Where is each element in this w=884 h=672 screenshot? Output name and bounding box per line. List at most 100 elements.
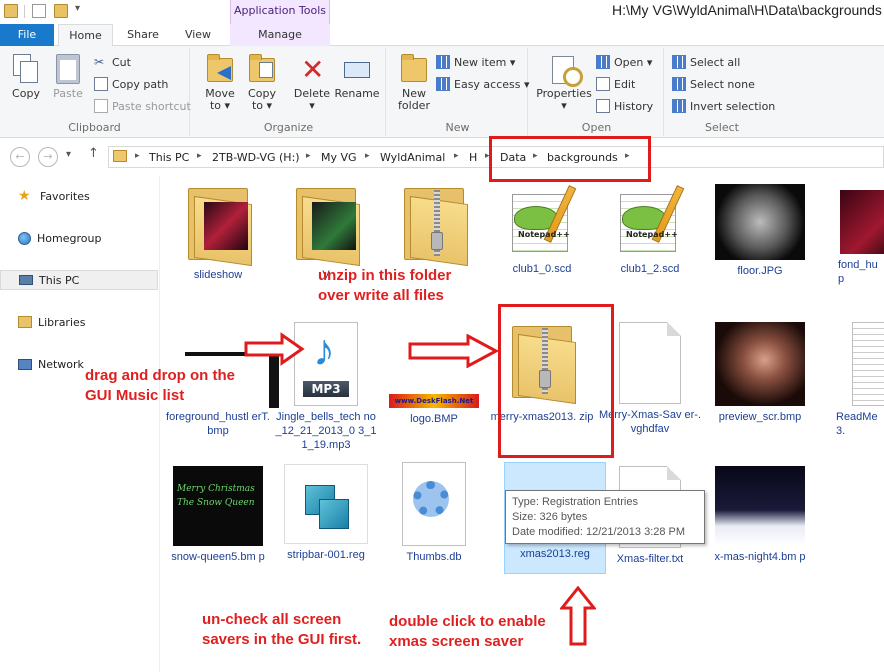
- paste-shortcut-icon: [94, 99, 108, 113]
- sidebar-item-homegroup[interactable]: Homegroup: [0, 228, 158, 248]
- registry-icon: [284, 464, 368, 544]
- file-item[interactable]: floor.JPG: [708, 184, 812, 278]
- new-folder-icon: [399, 54, 429, 86]
- new-item-icon: [436, 55, 450, 69]
- tab-file[interactable]: File: [0, 24, 54, 46]
- tab-manage[interactable]: Manage: [230, 24, 330, 46]
- breadcrumb-h[interactable]: H: [469, 151, 477, 164]
- folder-icon: [290, 184, 362, 267]
- navigation-pane: ★ Favorites Homegroup This PC Libraries N…: [0, 176, 160, 672]
- paste-shortcut-button[interactable]: Paste shortcut: [94, 96, 191, 116]
- explorer-window: ▾ Application Tools H:\My VG\WyldAnimal\…: [0, 0, 884, 672]
- select-none-button[interactable]: Select none: [672, 74, 755, 94]
- chevron-right-icon[interactable]: ▸: [135, 151, 140, 161]
- file-item[interactable]: x-mas-night4.bm p: [708, 466, 812, 564]
- paste-button[interactable]: Paste: [44, 50, 92, 112]
- edit-button[interactable]: Edit: [596, 74, 635, 94]
- organize-group: Move to ▾ Copy to ▾ ✕ Delete ▾ Rename Or…: [192, 48, 386, 136]
- sidebar-item-favorites[interactable]: ★ Favorites: [0, 186, 158, 206]
- delete-icon: ✕: [301, 53, 325, 86]
- sidebar-item-libraries[interactable]: Libraries: [0, 312, 158, 332]
- cut-button[interactable]: ✂ Cut: [94, 52, 131, 72]
- zip-highlight-box: [498, 304, 614, 458]
- breadcrumb-this-pc[interactable]: This PC: [149, 151, 189, 164]
- file-item[interactable]: fond_hu p: [816, 184, 884, 286]
- document-icon: [852, 322, 884, 406]
- tab-share[interactable]: Share: [118, 24, 168, 46]
- image-thumbnail: [715, 322, 805, 406]
- invert-selection-button[interactable]: Invert selection: [672, 96, 775, 116]
- file-item[interactable]: slideshow: [166, 184, 270, 282]
- chevron-right-icon[interactable]: ▸: [454, 151, 459, 161]
- copy-path-icon: [94, 77, 108, 91]
- open-icon: [596, 55, 610, 69]
- select-all-button[interactable]: Select all: [672, 52, 740, 72]
- annotation-uncheck: un-check all screen savers in the GUI fi…: [202, 611, 362, 648]
- right-arrow-icon: [244, 332, 305, 366]
- up-arrow-icon: [560, 586, 596, 646]
- file-item[interactable]: [382, 184, 486, 268]
- image-thumbnail: [715, 184, 805, 260]
- annotation-double-click: double click to enable xmas screen saver: [389, 613, 546, 650]
- file-tooltip: Type: Registration Entries Size: 326 byt…: [505, 490, 705, 544]
- scissors-icon: ✂: [94, 55, 105, 69]
- rename-icon: [342, 54, 372, 86]
- network-icon: [18, 358, 32, 370]
- select-all-icon: [672, 55, 686, 69]
- gear-icon: [402, 462, 466, 546]
- chevron-right-icon[interactable]: ▸: [306, 151, 311, 161]
- breadcrumb-highlight-box: [489, 136, 651, 182]
- new-folder-quick-icon[interactable]: [54, 4, 68, 18]
- edit-icon: [596, 77, 610, 91]
- move-to-icon: [205, 54, 235, 86]
- copy-to-button[interactable]: Copy to ▾: [238, 50, 286, 112]
- image-thumbnail: [715, 466, 805, 546]
- image-thumbnail: [840, 190, 884, 254]
- invert-selection-icon: [672, 99, 686, 113]
- tab-home[interactable]: Home: [58, 24, 113, 47]
- file-item[interactable]: Thumbs.db: [382, 462, 486, 564]
- back-button[interactable]: ←: [10, 147, 30, 167]
- folder-icon: [113, 150, 127, 162]
- up-arrow-icon[interactable]: ↑: [88, 146, 99, 161]
- breadcrumb-drive[interactable]: 2TB-WD-VG (H:): [212, 151, 300, 164]
- rename-button[interactable]: Rename: [332, 50, 382, 112]
- file-item[interactable]: Merry Christmas The Snow Queen snow-quee…: [166, 466, 270, 564]
- toolbar-divider: [24, 5, 25, 18]
- chevron-right-icon[interactable]: ▸: [197, 151, 202, 161]
- sidebar-item-this-pc[interactable]: This PC: [0, 270, 158, 290]
- breadcrumb-wyldanimal[interactable]: WyldAnimal: [380, 151, 445, 164]
- recent-locations-icon[interactable]: ▾: [66, 149, 71, 160]
- file-item[interactable]: preview_scr.bmp: [708, 322, 812, 424]
- paste-icon: [53, 54, 83, 86]
- file-item[interactable]: Notepad++ club1_0.scd: [490, 184, 594, 276]
- open-button[interactable]: Open ▾: [596, 52, 652, 72]
- breadcrumb-my-vg[interactable]: My VG: [321, 151, 357, 164]
- file-item[interactable]: Notepad++ club1_2.scd: [598, 184, 702, 276]
- tab-view[interactable]: View: [172, 24, 224, 46]
- chevron-right-icon[interactable]: ▸: [365, 151, 370, 161]
- move-to-button[interactable]: Move to ▾: [196, 50, 244, 112]
- easy-access-button[interactable]: Easy access ▾: [436, 74, 530, 94]
- forward-button[interactable]: →: [38, 147, 58, 167]
- copy-button[interactable]: Copy: [2, 50, 50, 112]
- history-button[interactable]: History: [596, 96, 653, 116]
- new-group-label: New: [445, 121, 470, 134]
- file-item[interactable]: ReadMe 3.: [816, 322, 884, 438]
- copy-path-button[interactable]: Copy path: [94, 74, 168, 94]
- new-item-button[interactable]: New item ▾: [436, 52, 515, 72]
- new-folder-button[interactable]: New folder: [390, 50, 438, 112]
- file-item[interactable]: stripbar-001.reg: [274, 464, 378, 562]
- clipboard-group: Copy Paste ✂ Cut Copy path Paste shortcut…: [0, 48, 191, 136]
- ribbon-tabs: File Home Share View Manage: [0, 24, 884, 47]
- properties-button[interactable]: Properties ▾: [534, 50, 594, 112]
- properties-quick-icon[interactable]: [32, 4, 46, 18]
- clipboard-group-label: Clipboard: [68, 121, 121, 134]
- address-row: ← → ▾ ↑ ▸ This PC ▸ 2TB-WD-VG (H:) ▸ My …: [0, 138, 884, 176]
- notepad-icon: Notepad++: [506, 184, 578, 258]
- delete-button[interactable]: ✕ Delete ▾: [288, 50, 336, 112]
- star-icon: ★: [18, 188, 31, 204]
- folder-icon: [182, 184, 254, 267]
- ribbon: Copy Paste ✂ Cut Copy path Paste shortcut…: [0, 46, 884, 138]
- customize-quick-access-icon[interactable]: ▾: [75, 3, 80, 14]
